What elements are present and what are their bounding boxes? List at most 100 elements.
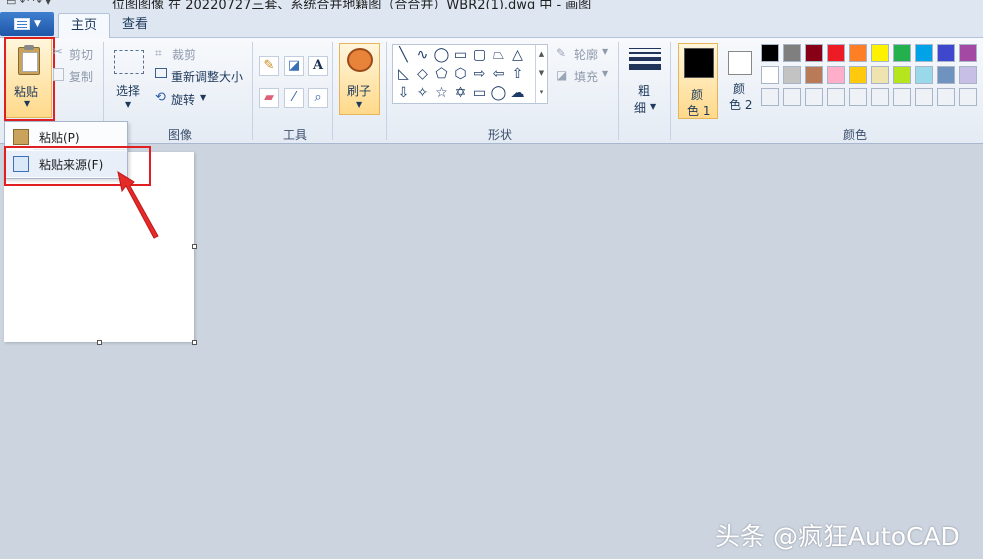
- triangle-shape-icon[interactable]: △: [509, 47, 526, 63]
- color-swatch[interactable]: [871, 66, 889, 84]
- select-icon[interactable]: [114, 50, 144, 74]
- shapes-gallery: ╲ ∿ ◯ ▭ ▢ ⏢ △ ◺ ◇ ⬠ ⬡ ⇨ ⇦ ⇧ ⇩ ✧ ☆ ✡ ▭ ◯ …: [392, 44, 548, 104]
- hexagon-shape-icon[interactable]: ⬡: [452, 66, 469, 82]
- cloud-callout-shape-icon[interactable]: ☁: [509, 85, 526, 101]
- color-swatch[interactable]: [959, 44, 977, 62]
- diamond-shape-icon[interactable]: ◇: [414, 66, 431, 82]
- text-icon[interactable]: A: [308, 56, 328, 76]
- color-swatch[interactable]: [827, 44, 845, 62]
- highlight-paste-from: [4, 146, 151, 186]
- five-point-star-shape-icon[interactable]: ☆: [433, 85, 450, 101]
- custom-color-slot[interactable]: [761, 88, 779, 106]
- fill-button[interactable]: 填充: [574, 68, 598, 85]
- color-swatch[interactable]: [805, 44, 823, 62]
- polygon-shape-icon[interactable]: ⏢: [490, 47, 507, 63]
- color-swatch[interactable]: [959, 66, 977, 84]
- custom-color-slot[interactable]: [849, 88, 867, 106]
- tab-view[interactable]: 查看: [110, 13, 160, 39]
- resize-handle-corner[interactable]: [192, 340, 197, 345]
- color-swatch[interactable]: [893, 66, 911, 84]
- copy-icon: [53, 68, 64, 81]
- color-swatch[interactable]: [761, 66, 779, 84]
- custom-color-slot[interactable]: [959, 88, 977, 106]
- cut-button[interactable]: 剪切: [69, 46, 93, 63]
- down-arrow-shape-icon[interactable]: ⇩: [395, 85, 412, 101]
- custom-color-slot[interactable]: [827, 88, 845, 106]
- select-button[interactable]: 选择: [116, 82, 140, 99]
- color-swatch[interactable]: [871, 44, 889, 62]
- scissors-icon: ✂: [52, 45, 63, 60]
- color-swatch[interactable]: [761, 44, 779, 62]
- custom-color-slot[interactable]: [871, 88, 889, 106]
- crop-button[interactable]: 裁剪: [172, 46, 196, 63]
- color-picker-icon[interactable]: ⁄: [284, 88, 304, 108]
- brush-label: 刷子: [347, 84, 372, 98]
- color-swatch[interactable]: [783, 44, 801, 62]
- color-swatch[interactable]: [893, 44, 911, 62]
- image-group-label: 图像: [167, 128, 192, 142]
- color2-label-b: 色 2: [729, 98, 753, 112]
- custom-color-slot[interactable]: [937, 88, 955, 106]
- colors-group-label: 颜色: [842, 128, 867, 142]
- custom-color-slot[interactable]: [783, 88, 801, 106]
- color-swatch[interactable]: [849, 66, 867, 84]
- fill-bucket-icon[interactable]: ◪: [284, 56, 304, 76]
- pentagon-shape-icon[interactable]: ⬠: [433, 66, 450, 82]
- brushes-button[interactable]: 刷子 ▼: [339, 43, 380, 115]
- pencil-icon[interactable]: ✎: [259, 56, 279, 76]
- size-icon[interactable]: [629, 48, 661, 74]
- divider: [332, 42, 333, 140]
- color-swatch[interactable]: [827, 66, 845, 84]
- app-menu-button[interactable]: ▼: [0, 12, 54, 36]
- eraser-icon[interactable]: ▰: [259, 88, 279, 108]
- tab-home[interactable]: 主页: [58, 13, 111, 39]
- color-swatch[interactable]: [783, 66, 801, 84]
- resize-button[interactable]: 重新调整大小: [171, 68, 243, 85]
- divider: [252, 42, 253, 140]
- title-bar: ▭ ↶ ↷ ▾ 位图图像 在 20220727三套、系统合并地籍图（合合并）WB…: [0, 0, 983, 9]
- four-point-star-shape-icon[interactable]: ✧: [414, 85, 431, 101]
- color-swatch[interactable]: [849, 44, 867, 62]
- highlight-paste-button: [4, 37, 55, 121]
- oval-shape-icon[interactable]: ◯: [433, 47, 450, 63]
- watermark: 头条 @疯狂AutoCAD: [715, 522, 960, 551]
- rectangle-shape-icon[interactable]: ▭: [452, 47, 469, 63]
- shapes-scroll[interactable]: ▲ ▼ ▾: [535, 45, 547, 103]
- quick-access-toolbar[interactable]: ▭ ↶ ↷ ▾: [6, 0, 51, 8]
- divider: [386, 42, 387, 140]
- color-swatch[interactable]: [915, 44, 933, 62]
- resize-handle-bottom[interactable]: [97, 340, 102, 345]
- rotate-button[interactable]: 旋转: [171, 91, 195, 108]
- magnifier-icon[interactable]: ⌕: [308, 88, 328, 108]
- color-swatch[interactable]: [805, 66, 823, 84]
- color-swatch[interactable]: [937, 66, 955, 84]
- rounded-rectangle-shape-icon[interactable]: ▢: [471, 47, 488, 63]
- custom-color-slot[interactable]: [893, 88, 911, 106]
- left-arrow-shape-icon[interactable]: ⇦: [490, 66, 507, 82]
- ribbon-tab-row: ▼ 主页 查看: [0, 9, 983, 39]
- color-swatch[interactable]: [937, 44, 955, 62]
- resize-handle-right[interactable]: [192, 244, 197, 249]
- chevron-down-icon: ▼: [200, 93, 207, 102]
- color1-button[interactable]: 颜 色 1: [678, 43, 718, 119]
- custom-color-slot[interactable]: [805, 88, 823, 106]
- six-point-star-shape-icon[interactable]: ✡: [452, 85, 469, 101]
- right-triangle-shape-icon[interactable]: ◺: [395, 66, 412, 82]
- oval-callout-shape-icon[interactable]: ◯: [490, 85, 507, 101]
- copy-button[interactable]: 复制: [69, 68, 93, 85]
- line-shape-icon[interactable]: ╲: [395, 47, 412, 63]
- chevron-down-icon: ▼: [34, 19, 41, 29]
- window-title: 位图图像 在 20220727三套、系统合并地籍图（合合并）WBR2(1).dw…: [112, 0, 592, 9]
- up-arrow-shape-icon[interactable]: ⇧: [509, 66, 526, 82]
- crop-icon: ⌗: [155, 46, 162, 60]
- curve-shape-icon[interactable]: ∿: [414, 47, 431, 63]
- tools-group-label: 工具: [282, 128, 307, 142]
- right-arrow-shape-icon[interactable]: ⇨: [471, 66, 488, 82]
- size-label-1: 粗: [638, 84, 651, 98]
- outline-button[interactable]: 轮廓: [574, 46, 598, 63]
- custom-color-slot[interactable]: [915, 88, 933, 106]
- color2-label-a: 颜: [733, 82, 746, 96]
- rounded-callout-shape-icon[interactable]: ▭: [471, 85, 488, 101]
- color-swatch[interactable]: [915, 66, 933, 84]
- brush-icon: [347, 48, 373, 72]
